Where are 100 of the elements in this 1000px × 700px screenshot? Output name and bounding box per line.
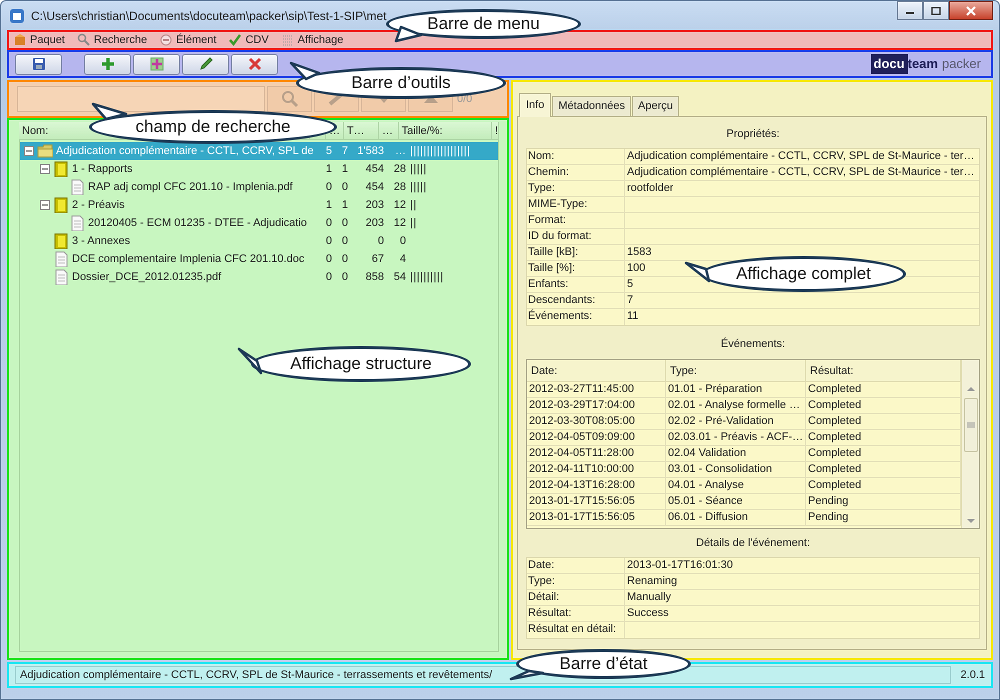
field-label: Date: [527, 558, 625, 573]
close-icon [965, 6, 977, 16]
close-button[interactable] [949, 1, 993, 20]
table-cell-text: 1 [340, 198, 349, 213]
toolbar-button[interactable] [231, 54, 278, 74]
field-value: 11 [626, 309, 638, 324]
table-cell-text: 4 [398, 252, 407, 267]
menu-item[interactable]: Recherche [76, 32, 148, 48]
maximize-button[interactable] [923, 1, 949, 20]
table-cell-text: 0 [340, 270, 349, 285]
scrollbar[interactable] [961, 360, 979, 528]
maximize-icon [931, 6, 941, 14]
field-label: Type: [527, 574, 625, 589]
section-title: Détails de l'événement: [695, 536, 811, 550]
table-cell-text: 0 [376, 234, 385, 249]
window-title: C:\Users\christian\Documents\docuteam\packer\sip\Test-1-SIP\met [31, 8, 386, 24]
table-cell-text: 858 [364, 270, 385, 285]
field-label: Événements: [527, 309, 625, 325]
table-cell-text: 454 [364, 162, 385, 177]
field-value: 100 [626, 261, 646, 276]
grip-icon [966, 422, 974, 428]
toolbar-button[interactable] [84, 54, 131, 74]
table-cell-text: 28 [392, 162, 407, 177]
table-cell-text: 1'583 [356, 144, 385, 159]
event-row[interactable]: 2012-04-11T10:00:00 03.01 - Consolidation Completed [527, 462, 961, 478]
table-cell-text: 28 [392, 180, 407, 195]
event-row[interactable]: 2012-03-27T11:45:00 01.01 - Préparation Completed [527, 382, 961, 398]
callout-pointer [684, 262, 710, 282]
field-value: 5 [626, 277, 634, 292]
tree-row[interactable]: 3 - Annexes 0 0 0 0 [20, 232, 498, 250]
event-row[interactable]: 2013-01-17T15:56:05 06.01 - Diffusion Pending [527, 510, 961, 526]
document-icon [69, 215, 85, 231]
size-indicator-label: |||||||||| [409, 270, 444, 285]
tab[interactable]: Aperçu [632, 96, 679, 116]
file-name: Dossier_DCE_2012.01235.pdf [72, 270, 222, 285]
callout-pointer [92, 102, 128, 120]
menu-item[interactable]: Paquet [13, 32, 65, 48]
event-row[interactable]: 2012-04-05T09:09:00 02.03.01 - Préavis - ACF-… Completed [527, 430, 961, 446]
binder-icon [53, 161, 69, 177]
field-label: Enfants: [527, 277, 625, 292]
menu-item[interactable]: CDV [228, 32, 269, 48]
collapse-icon[interactable] [40, 200, 50, 210]
collapse-icon[interactable] [24, 146, 34, 156]
column-header: … [378, 122, 399, 139]
menu-item[interactable]: Élément [159, 32, 216, 48]
table-cell-text: 0 [340, 180, 349, 195]
table-cell-text: 203 [364, 216, 385, 231]
table-cell-text: 0 [324, 252, 333, 267]
document-icon [53, 251, 69, 267]
add-icon [100, 56, 116, 72]
column-header: T… [344, 122, 379, 139]
collapse-icon[interactable] [40, 164, 50, 174]
folder-name: 1 - Rapports [72, 162, 133, 177]
minimize-button[interactable] [897, 1, 923, 20]
scroll-up-icon [966, 386, 974, 392]
column-header: Date: [527, 360, 666, 380]
table-cell-text: … [394, 144, 407, 159]
binder-icon [53, 233, 69, 249]
tree-row[interactable]: 20120405 - ECM 01235 - DTEE - Adjudicatio 0 0 203 12 || [20, 214, 498, 232]
section-title: Propriétés: [725, 126, 781, 142]
field-value: 7 [626, 293, 634, 308]
tree-row[interactable]: DCE complementaire Implenia CFC 201.10.doc 0 0 67 4 [20, 250, 498, 268]
table-cell-text: 0 [324, 234, 333, 249]
menu-item[interactable]: Affichage [280, 32, 344, 48]
callout-pointer [238, 348, 262, 374]
tree-row[interactable]: 1 - Rapports 1 1 454 28 ||||| [20, 160, 498, 178]
column-header: Taille/%: [398, 122, 492, 139]
binder-icon [53, 197, 69, 213]
file-name: DCE complementaire Implenia CFC 201.10.doc [72, 252, 304, 267]
field-value: Adjudication complémentaire - CCTL, CCRV, SPL de St-Maurice - ter… [626, 149, 974, 164]
search-field[interactable] [17, 86, 265, 112]
field-value: rootfolder [626, 181, 674, 196]
folder-name: 3 - Annexes [72, 234, 130, 249]
column-header: Type: [666, 360, 806, 380]
field-label: Nom: [527, 149, 625, 164]
event-row[interactable]: 2012-04-13T16:28:00 04.01 - Analyse Completed [527, 478, 961, 494]
table-cell-text: 5 [324, 144, 333, 159]
table-cell-text: 12 [392, 216, 407, 231]
tree-row[interactable]: Dossier_DCE_2012.01235.pdf 0 0 858 54 |||||||||| [20, 268, 498, 286]
tab[interactable]: Métadonnées [552, 96, 632, 116]
field-label: Taille [%]: [527, 261, 625, 276]
event-row[interactable]: 2012-04-05T11:28:00 02.04 Validation Completed [527, 446, 961, 462]
event-row[interactable]: 2013-01-17T15:56:05 05.01 - Séance Pending [527, 494, 961, 510]
table-cell-text: 67 [370, 252, 385, 267]
scroll-thumb[interactable] [964, 398, 978, 452]
delete-icon [246, 56, 262, 72]
tree-row[interactable]: RAP adj compl CFC 201.10 - Implenia.pdf 0 0 454 28 ||||| [20, 178, 498, 196]
toolbar-button[interactable] [133, 54, 180, 74]
version-label: 2.0.1 [960, 668, 985, 683]
search-icon [76, 33, 91, 47]
tab[interactable]: Info [519, 93, 552, 116]
event-row[interactable]: 2012-03-30T08:05:00 02.02 - Pré-Validation Completed [527, 414, 961, 430]
toolbar-button[interactable] [182, 54, 229, 74]
tree-row[interactable]: 2 - Préavis 1 1 203 12 || [20, 196, 498, 214]
column-header: ! [492, 122, 499, 139]
folder-name: Adjudication complémentaire - CCTL, CCRV, SPL de [56, 144, 314, 159]
field-label: ID du format: [527, 229, 625, 244]
event-row[interactable]: 2012-03-29T17:04:00 02.01 - Analyse formelle … Completed [527, 398, 961, 414]
toolbar-button[interactable] [15, 54, 62, 74]
package-icon [13, 33, 27, 47]
